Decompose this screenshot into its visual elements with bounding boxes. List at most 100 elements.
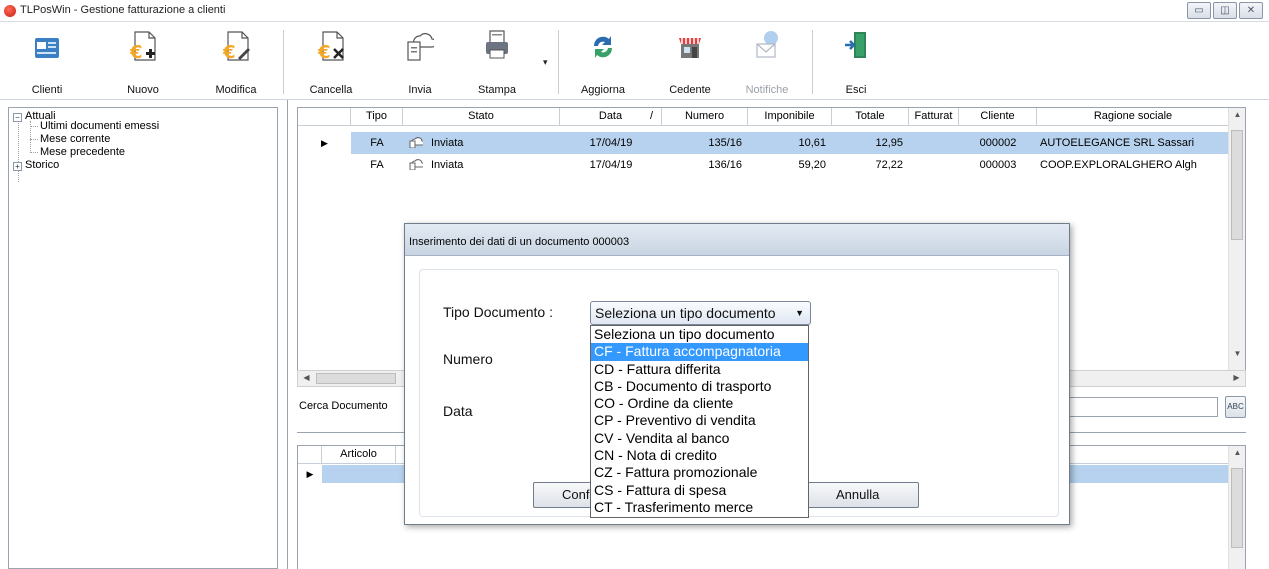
store-icon	[679, 38, 701, 58]
aggiorna-button[interactable]: Aggiorna	[572, 26, 634, 96]
cell-cliente: 000003	[979, 159, 1017, 171]
tree-connector	[30, 152, 38, 153]
tree-node-mese-precedente[interactable]: Mese precedente	[40, 146, 125, 158]
chevron-down-icon: ▼	[795, 308, 804, 318]
cell-fatturato	[909, 154, 959, 176]
cancella-button[interactable]: € Cancella	[300, 26, 362, 96]
option-cb[interactable]: CB - Documento di trasporto	[591, 378, 808, 395]
toolbar-separator	[812, 30, 813, 94]
notifiche-label: Notifiche	[745, 84, 789, 96]
option-cv[interactable]: CV - Vendita al banco	[591, 430, 808, 447]
option-cn[interactable]: CN - Nota di credito	[591, 447, 808, 464]
minimize-button[interactable]: ▭	[1187, 2, 1211, 19]
row-selector-icon: ▶	[298, 132, 351, 154]
cell-numero: 135/16	[708, 137, 742, 149]
collapse-icon[interactable]: −	[13, 113, 22, 122]
header-row-selector	[298, 446, 322, 464]
modifica-button[interactable]: € Modifica	[205, 26, 267, 96]
sent-cloud-icon	[409, 137, 423, 148]
column-header-ragione-sociale[interactable]: Ragione sociale	[1037, 108, 1230, 126]
header-row-selector	[298, 108, 351, 126]
option-seleziona[interactable]: Seleziona un tipo documento	[591, 326, 808, 343]
aggiorna-label: Aggiorna	[580, 84, 626, 96]
tree-node-ultimi-documenti[interactable]: Ultimi documenti emessi	[40, 120, 159, 132]
option-cz[interactable]: CZ - Fattura promozionale	[591, 464, 808, 481]
column-header-tipo[interactable]: Tipo	[351, 108, 403, 126]
cell-stato: Inviata	[403, 132, 560, 154]
cell-cliente: 000002	[979, 137, 1017, 149]
scroll-up-arrow-icon[interactable]: ▲	[1229, 110, 1245, 119]
refresh-icon	[593, 36, 613, 58]
search-input[interactable]	[1060, 397, 1218, 417]
option-cs[interactable]: CS - Fattura di spesa	[591, 482, 808, 499]
stampa-dropdown-arrow[interactable]: ▾	[543, 57, 548, 68]
option-cp[interactable]: CP - Preventivo di vendita	[591, 412, 808, 429]
delete-invoice-icon: €	[317, 31, 344, 63]
clienti-label: Clienti	[31, 84, 63, 96]
document-insert-dialog: Inserimento dei dati di un documento 000…	[404, 223, 1070, 525]
table-row[interactable]: FA Inviata 17/04/19 136/16 59,20 72,22 0…	[298, 154, 1245, 176]
column-header-data[interactable]: Data /	[560, 108, 662, 126]
cell-data: 17/04/19	[589, 137, 633, 149]
new-invoice-icon: €	[129, 31, 156, 63]
articles-vertical-scrollbar[interactable]: ▲	[1228, 446, 1245, 569]
tipo-documento-options: Seleziona un tipo documento CF - Fattura…	[590, 325, 809, 518]
cancel-button[interactable]: Annulla	[805, 482, 919, 508]
dialog-title-bar: Inserimento dei dati di un documento 000…	[405, 224, 1069, 256]
scrollbar-thumb[interactable]	[316, 373, 396, 384]
cedente-label: Cedente	[669, 84, 711, 96]
row-selector-icon: ▶	[298, 465, 322, 483]
column-header-fatturato[interactable]: Fatturat	[909, 108, 959, 126]
tree-node-storico[interactable]: + Storico	[13, 159, 59, 171]
invia-button[interactable]: Invia	[389, 26, 451, 96]
esci-button[interactable]: Esci	[825, 26, 887, 96]
option-cd[interactable]: CD - Fattura differita	[591, 361, 808, 378]
column-header-stato[interactable]: Stato	[403, 108, 560, 126]
cedente-button[interactable]: Cedente	[659, 26, 721, 96]
scrollbar-thumb[interactable]	[1231, 468, 1243, 548]
column-header-cliente[interactable]: Cliente	[959, 108, 1037, 126]
tree-connector	[30, 139, 38, 140]
scrollbar-thumb[interactable]	[1231, 130, 1243, 240]
scroll-down-arrow-icon[interactable]: ▼	[1229, 349, 1245, 358]
column-header-data-label: Data	[598, 110, 623, 122]
column-header-totale[interactable]: Totale	[832, 108, 909, 126]
scroll-right-arrow-icon[interactable]: ▶	[1228, 373, 1245, 382]
column-header-articolo[interactable]: Articolo	[322, 446, 396, 464]
scroll-left-arrow-icon[interactable]: ◀	[298, 373, 315, 382]
stampa-label: Stampa	[478, 84, 516, 96]
option-ct[interactable]: CT - Trasferimento merce	[591, 499, 808, 516]
option-cf[interactable]: CF - Fattura accompagnatoria	[591, 343, 808, 361]
tipo-documento-value: Seleziona un tipo documento	[595, 305, 776, 321]
tipo-documento-select[interactable]: Seleziona un tipo documento ▼	[590, 301, 811, 325]
tree-node-mese-corrente[interactable]: Mese corrente	[40, 133, 110, 145]
dialog-title: Inserimento dei dati di un documento 000…	[409, 236, 630, 248]
grid-vertical-scrollbar[interactable]: ▲ ▼	[1228, 108, 1245, 376]
restore-button[interactable]: ◫	[1213, 2, 1237, 19]
clienti-button[interactable]: Clienti	[16, 26, 78, 96]
column-header-imponibile[interactable]: Imponibile	[748, 108, 832, 126]
data-label: Data	[443, 403, 473, 419]
notifiche-button[interactable]: Notifiche	[736, 26, 798, 96]
toolbar: Clienti € Nuovo € Modifica € Cancella In…	[0, 22, 1269, 100]
notification-mail-icon	[756, 31, 778, 58]
scroll-up-arrow-icon[interactable]: ▲	[1229, 448, 1245, 457]
title-bar: TLPosWin - Gestione fatturazione a clien…	[0, 0, 1269, 22]
stampa-button[interactable]: Stampa	[466, 26, 528, 96]
table-row[interactable]: ▶ FA Inviata 17/04/19 135/16 10,61 12,95…	[298, 132, 1245, 154]
option-co[interactable]: CO - Ordine da cliente	[591, 395, 808, 412]
cell-imponibile: 10,61	[798, 137, 826, 149]
app-logo-icon	[4, 5, 16, 17]
panel-splitter[interactable]	[287, 100, 288, 569]
close-button[interactable]: ✕	[1239, 2, 1263, 19]
column-header-numero[interactable]: Numero	[662, 108, 748, 126]
nuovo-button[interactable]: € Nuovo	[112, 26, 174, 96]
expand-icon[interactable]: +	[13, 162, 22, 171]
search-abc-button[interactable]: ABC	[1225, 396, 1246, 418]
grid-header: Tipo Stato Data / Numero Imponibile Tota…	[298, 108, 1245, 126]
invia-label: Invia	[408, 84, 432, 96]
tipo-documento-label: Tipo Documento :	[443, 304, 553, 320]
cell-stato: Inviata	[403, 154, 560, 176]
cell-totale: 72,22	[875, 159, 903, 171]
toolbar-separator	[558, 30, 559, 94]
